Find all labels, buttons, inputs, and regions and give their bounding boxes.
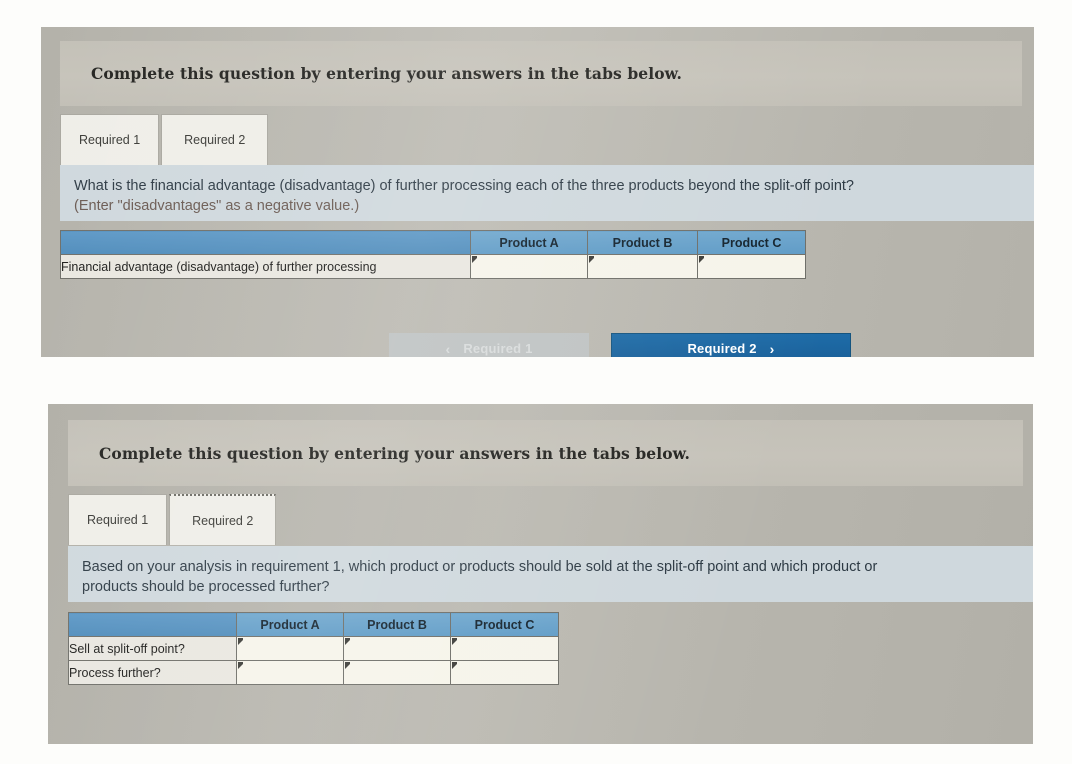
chevron-left-icon: ‹ (445, 340, 451, 357)
panel-header-bar: Complete this question by entering your … (68, 420, 1023, 486)
tab-required-2[interactable]: Required 2 (169, 494, 277, 545)
input-cell-process-product-b[interactable] (343, 660, 451, 685)
question-prompt: What is the financial advantage (disadva… (60, 165, 1034, 221)
tab-required-1[interactable]: Required 1 (60, 114, 160, 165)
panel-header-title: Complete this question by entering your … (91, 64, 683, 83)
table-row: Process further? (68, 660, 559, 685)
button-label: Required 2 (687, 341, 757, 356)
cell-marker-icon (345, 638, 350, 645)
next-required-2-button[interactable]: Required 2 › (611, 333, 851, 357)
input-cell-sell-product-a[interactable] (236, 636, 344, 661)
column-header-product-c: Product C (697, 230, 806, 255)
cell-marker-icon (472, 256, 477, 263)
prompt-line-2: products should be processed further? (82, 579, 330, 595)
cell-marker-icon (345, 662, 350, 669)
panel-header-bar: Complete this question by entering your … (60, 41, 1022, 106)
table-corner-header (60, 230, 471, 255)
requirement-tabs: Required 1 Required 2 (68, 494, 277, 545)
cell-marker-icon (589, 256, 594, 263)
cell-marker-icon (452, 638, 457, 645)
input-cell-process-product-a[interactable] (236, 660, 344, 685)
tab-required-1[interactable]: Required 1 (68, 494, 168, 545)
tab-required-2[interactable]: Required 2 (161, 114, 269, 165)
question-panel-requirement-2: Complete this question by entering your … (48, 404, 1033, 744)
panel-header-title: Complete this question by entering your … (99, 443, 691, 463)
row-label-sell-at-split-off: Sell at split-off point? (68, 636, 237, 661)
prev-required-1-button[interactable]: ‹ Required 1 (389, 333, 589, 357)
cell-marker-icon (238, 662, 243, 669)
tab-label: Required 2 (192, 513, 254, 528)
column-header-product-c: Product C (450, 612, 559, 637)
question-prompt: Based on your analysis in requirement 1,… (68, 546, 1033, 602)
tab-label: Required 2 (184, 133, 246, 147)
input-cell-sell-product-c[interactable] (450, 636, 559, 661)
row-label-process-further: Process further? (68, 660, 237, 685)
table-header-row: Product A Product B Product C (68, 612, 559, 637)
table-header-row: Product A Product B Product C (60, 230, 806, 255)
row-label-financial-advantage: Financial advantage (disadvantage) of fu… (60, 254, 471, 279)
input-cell-sell-product-b[interactable] (343, 636, 451, 661)
column-header-product-a: Product A (470, 230, 588, 255)
cell-marker-icon (238, 638, 243, 645)
chevron-right-icon: › (769, 340, 775, 357)
column-header-product-b: Product B (587, 230, 698, 255)
table-row: Sell at split-off point? (68, 636, 559, 661)
tab-label: Required 1 (87, 513, 149, 527)
button-label: Required 1 (463, 341, 533, 356)
prompt-line-1: What is the financial advantage (disadva… (74, 178, 854, 194)
input-cell-product-c[interactable] (697, 254, 806, 279)
navigation-buttons: ‹ Required 1 Required 2 › (389, 333, 851, 357)
cell-marker-icon (452, 662, 457, 669)
column-header-product-a: Product A (236, 612, 344, 637)
cell-marker-icon (699, 256, 704, 263)
input-cell-process-product-c[interactable] (450, 660, 559, 685)
screenshot-canvas: Complete this question by entering your … (0, 0, 1072, 764)
table-corner-header (68, 612, 237, 637)
requirement-tabs: Required 1 Required 2 (60, 114, 269, 165)
answer-table-requirement-2: Product A Product B Product C Sell at sp… (68, 612, 559, 685)
prompt-line-1: Based on your analysis in requirement 1,… (82, 559, 878, 575)
input-cell-product-b[interactable] (587, 254, 698, 279)
table-row: Financial advantage (disadvantage) of fu… (60, 254, 806, 279)
prompt-line-2: (Enter "disadvantages" as a negative val… (74, 198, 360, 214)
question-panel-requirement-1: Complete this question by entering your … (41, 27, 1034, 357)
column-header-product-b: Product B (343, 612, 451, 637)
tab-label: Required 1 (79, 133, 141, 147)
answer-table-requirement-1: Product A Product B Product C Financial … (60, 230, 806, 279)
input-cell-product-a[interactable] (470, 254, 588, 279)
